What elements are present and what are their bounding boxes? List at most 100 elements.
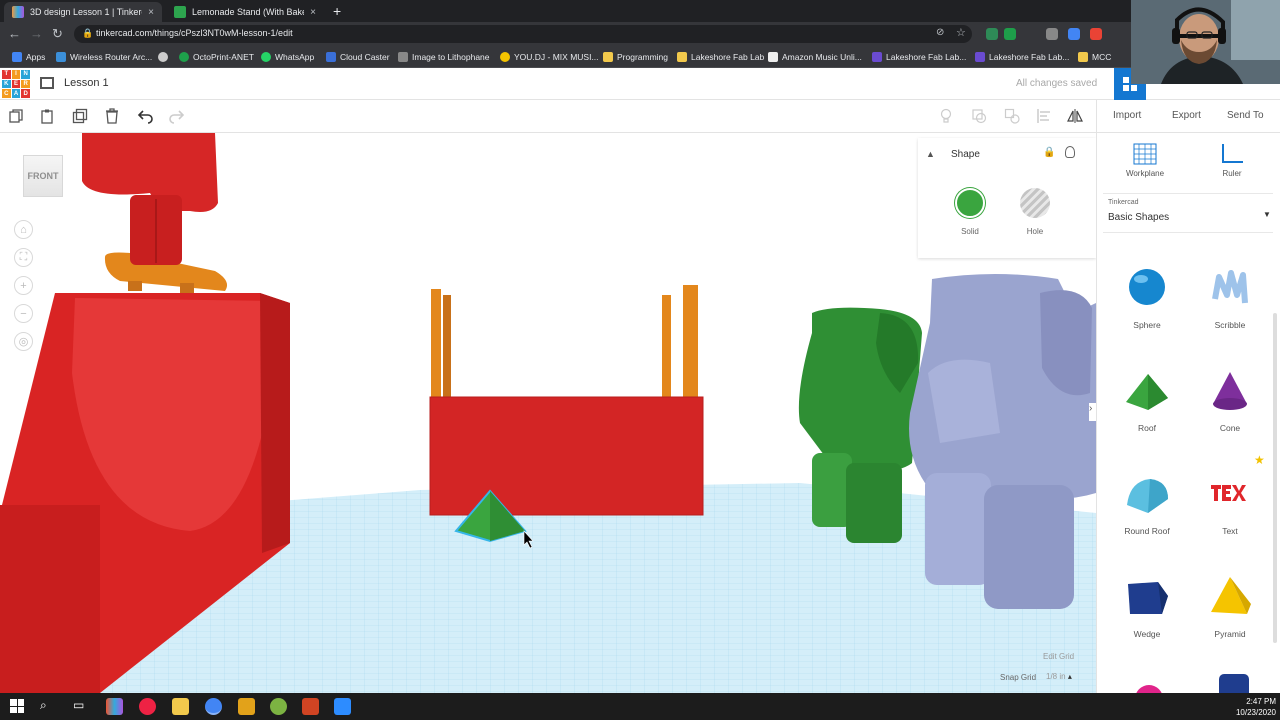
orange-post[interactable] (431, 289, 441, 399)
duplicate-button[interactable] (71, 107, 89, 125)
tinkercad-logo[interactable]: T I N K E R C A D (2, 70, 30, 98)
back-arrow-icon[interactable]: ← (8, 26, 21, 42)
group-button[interactable] (970, 107, 988, 125)
shape-text[interactable]: Text (1190, 471, 1270, 561)
close-icon[interactable]: × (148, 7, 154, 18)
octoprint-icon (179, 52, 189, 62)
star-icon[interactable]: ☆ (956, 26, 966, 39)
tab-lemonade-stand[interactable]: Lemonade Stand (With Bake Sale) × (166, 2, 324, 22)
bookmark-item[interactable] (158, 51, 168, 63)
shape-roof[interactable]: Roof (1107, 368, 1187, 458)
bookmark-item[interactable]: Amazon Music Unli... (768, 51, 862, 63)
file-explorer-icon[interactable] (172, 698, 189, 715)
shape-cone[interactable]: Cone (1190, 368, 1270, 458)
bookmark-item[interactable]: Lakeshore Fab Lab... (872, 51, 966, 63)
solid-color-swatch[interactable] (955, 188, 985, 218)
mirror-icon (1067, 109, 1083, 123)
taskbar-app-icon[interactable] (139, 698, 156, 715)
3d-viewport[interactable]: FRONT ⌂ ⛶ + − ◎ ▲ Shape 🔒 Solid Hole › E… (0, 133, 1096, 693)
extension-icon[interactable] (986, 28, 998, 40)
search-icon[interactable]: ⌕ (40, 698, 47, 713)
bookmark-apps[interactable]: Apps (12, 51, 45, 63)
redo-button[interactable] (168, 107, 186, 125)
extension-icon[interactable] (1004, 28, 1016, 40)
forward-arrow-icon[interactable]: → (30, 26, 43, 42)
next-shape-partial[interactable] (1135, 685, 1163, 693)
snap-grid-select[interactable]: 1/8 in ▴ (1046, 672, 1072, 681)
workplane-tool[interactable]: Workplane (1115, 143, 1175, 178)
copy-button[interactable] (7, 107, 25, 125)
ungroup-button[interactable] (1003, 107, 1021, 125)
camera-blocked-icon[interactable]: ⊘ (936, 27, 944, 38)
ruler-tool[interactable]: Ruler (1202, 143, 1262, 178)
bookmark-item[interactable]: Cloud Caster (326, 51, 390, 63)
reload-icon[interactable]: ↻ (52, 26, 63, 42)
extension-icon[interactable] (1046, 28, 1058, 40)
bookmark-folder[interactable]: Lakeshore Fab Lab (677, 51, 764, 63)
lightbulb-icon[interactable] (1065, 146, 1075, 158)
address-bar[interactable]: 🔒 tinkercad.com/things/cPszl3NT0wM-lesso… (74, 25, 972, 43)
bookmark-folder[interactable]: MCC (1078, 51, 1111, 63)
router-icon (56, 52, 66, 62)
zoom-in-icon[interactable]: + (14, 276, 33, 295)
taskbar-app-icon[interactable] (238, 698, 255, 715)
edit-grid-link[interactable]: Edit Grid (1043, 652, 1074, 661)
shape-scribble[interactable]: Scribble (1190, 265, 1270, 355)
view-cube[interactable]: FRONT (23, 155, 63, 197)
bookmark-item[interactable]: Wireless Router Arc... (56, 51, 152, 63)
windows-start-icon[interactable] (10, 699, 24, 713)
bookmark-item[interactable]: Image to Lithophane (398, 51, 490, 63)
orange-post[interactable] (662, 295, 671, 399)
tab-tinkercad[interactable]: 3D design Lesson 1 | Tinkercad × (4, 2, 162, 22)
design-title[interactable]: Lesson 1 (64, 77, 109, 89)
close-icon[interactable]: × (310, 7, 316, 18)
extension-icon[interactable] (1068, 28, 1080, 40)
mirror-button[interactable] (1066, 107, 1084, 125)
duplicate-icon (72, 108, 88, 124)
shape-pyramid[interactable]: Pyramid (1190, 574, 1270, 664)
panel-scrollbar[interactable] (1273, 313, 1277, 643)
chevron-right-icon[interactable]: › (1089, 403, 1096, 421)
bookmark-item[interactable]: YOU.DJ - MIX MUSI... (500, 51, 599, 63)
bookmark-folder[interactable]: Programming (603, 51, 668, 63)
undo-button[interactable] (136, 107, 154, 125)
chrome-icon[interactable] (205, 698, 222, 715)
next-shape-partial[interactable] (1219, 674, 1249, 693)
whatsapp-icon (261, 52, 271, 62)
collapse-inspector-icon[interactable]: ▲ (926, 149, 935, 159)
design-list-icon[interactable] (40, 77, 54, 89)
new-tab-button[interactable]: + (333, 3, 341, 19)
paste-button[interactable] (38, 107, 56, 125)
perspective-icon[interactable]: ◎ (14, 332, 33, 351)
taskbar-app-icon[interactable] (270, 698, 287, 715)
extension-icon[interactable] (1090, 28, 1102, 40)
shape-round-roof[interactable]: Round Roof (1107, 471, 1187, 561)
zoom-icon[interactable] (334, 698, 351, 715)
toggle-notes-button[interactable] (937, 107, 955, 125)
align-button[interactable] (1035, 107, 1053, 125)
system-clock[interactable]: 2:47 PM 10/23/2020 (1232, 696, 1276, 718)
orange-post[interactable] (683, 285, 698, 399)
orange-post[interactable] (443, 295, 451, 399)
task-view-icon[interactable]: ▭ (73, 698, 84, 712)
taskbar-app-icon[interactable] (106, 698, 123, 715)
shape-sphere[interactable]: Sphere (1107, 265, 1187, 355)
bookmark-item[interactable]: WhatsApp (261, 51, 314, 63)
hole-swatch[interactable] (1020, 188, 1050, 218)
red-stand-box[interactable] (429, 396, 704, 516)
bookmark-item[interactable]: Lakeshore Fab Lab... (975, 51, 1069, 63)
send-to-button[interactable]: Send To (1227, 110, 1264, 121)
fit-view-icon[interactable]: ⛶ (14, 248, 33, 267)
delete-button[interactable] (103, 107, 121, 125)
export-button[interactable]: Export (1172, 110, 1201, 121)
logo-letter: E (11, 79, 21, 89)
bookmark-item[interactable]: OctoPrint-ANET (179, 51, 254, 63)
powerpoint-icon[interactable] (302, 698, 319, 715)
import-button[interactable]: Import (1113, 110, 1141, 121)
shape-library-select[interactable]: Tinkercad Basic Shapes ▼ (1103, 193, 1273, 233)
zoom-out-icon[interactable]: − (14, 304, 33, 323)
browser-toolbar: ← → ↻ 🔒 tinkercad.com/things/cPszl3NT0wM… (0, 22, 1280, 46)
lock-icon[interactable]: 🔒 (1043, 147, 1055, 158)
shape-wedge[interactable]: Wedge (1107, 574, 1187, 664)
home-view-icon[interactable]: ⌂ (14, 220, 33, 239)
